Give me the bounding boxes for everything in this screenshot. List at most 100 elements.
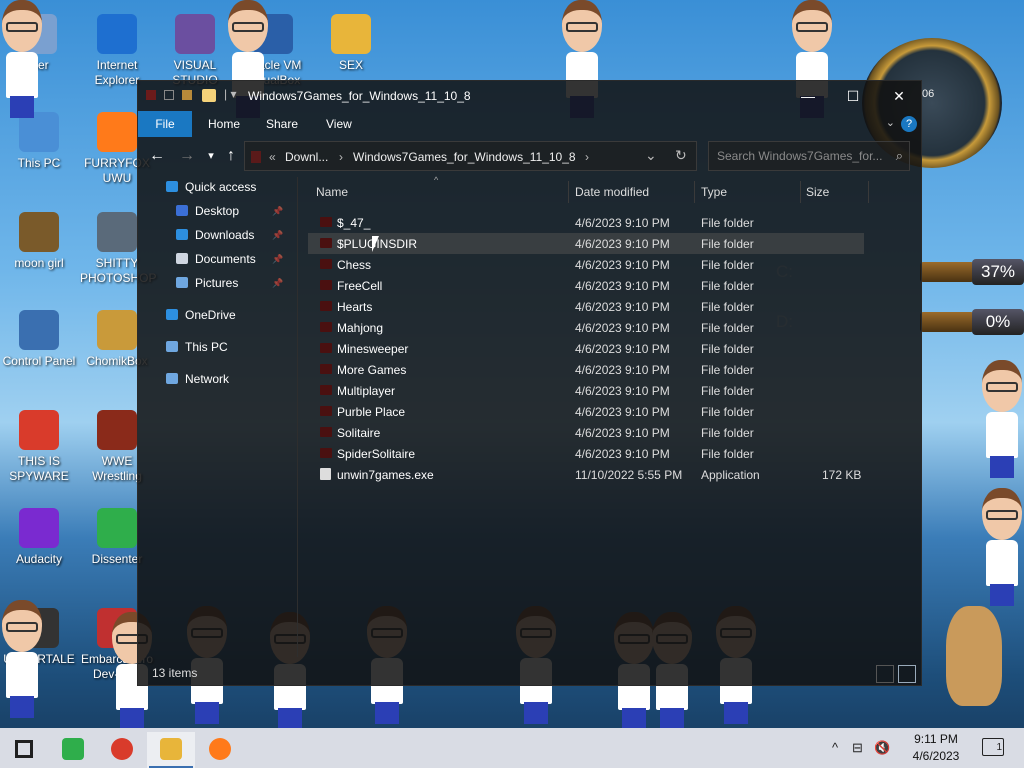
column-header-name[interactable]: Name: [316, 177, 348, 207]
file-row[interactable]: Mahjong 4/6/2023 9:10 PM File folder: [308, 317, 864, 338]
refresh-button[interactable]: ↻: [675, 147, 687, 164]
tab-share[interactable]: Share: [252, 111, 312, 137]
quick-access-properties-icon[interactable]: [164, 90, 174, 100]
folder-icon: [320, 343, 332, 353]
file-row[interactable]: Purble Place 4/6/2023 9:10 PM File folder: [308, 401, 864, 422]
address-bar[interactable]: « Downl... › Windows7Games_for_Windows_1…: [244, 141, 697, 171]
file-row[interactable]: Minesweeper 4/6/2023 9:10 PM File folder: [308, 338, 864, 359]
file-row[interactable]: Multiplayer 4/6/2023 9:10 PM File folder: [308, 380, 864, 401]
large-icons-view-button[interactable]: [898, 665, 916, 683]
show-hidden-icons-chevron-icon[interactable]: ^: [832, 740, 838, 755]
notification-center-icon[interactable]: 1: [982, 738, 1004, 756]
details-view-button[interactable]: [876, 665, 894, 683]
breadcrumb-separator-icon[interactable]: ›: [339, 150, 343, 164]
new-folder-icon[interactable]: [182, 90, 192, 100]
file-row[interactable]: Hearts 4/6/2023 9:10 PM File folder: [308, 296, 864, 317]
help-icon[interactable]: ?: [901, 116, 917, 132]
taskbar-dissenter-button[interactable]: [49, 732, 97, 768]
desktop-icon-control-panel[interactable]: Control Panel: [2, 310, 76, 369]
taskbar-firefox-button[interactable]: [196, 732, 244, 768]
taskbar-start-button[interactable]: [0, 732, 48, 768]
file-row[interactable]: unwin7games.exe 11/10/2022 5:55 PM Applica…: [308, 464, 864, 485]
breadcrumb-downloads[interactable]: Downl...: [285, 150, 328, 164]
file-name: Solitaire: [337, 426, 381, 440]
back-button[interactable]: ←: [146, 145, 168, 167]
file-row[interactable]: SpiderSolitaire 4/6/2023 9:10 PM File fold…: [308, 443, 864, 464]
expand-ribbon-chevron-icon[interactable]: ⌄: [886, 116, 895, 129]
app-icon: [97, 310, 137, 350]
sidebar-item-onedrive[interactable]: OneDrive: [166, 305, 236, 325]
column-divider[interactable]: [568, 181, 569, 203]
file-type: File folder: [701, 405, 754, 419]
sidebar-item-network[interactable]: Network: [166, 369, 229, 389]
up-button[interactable]: ↑: [220, 145, 242, 167]
onedrive-icon: [166, 309, 178, 320]
app-icon: [97, 508, 137, 548]
desktop-icon-sex[interactable]: SEX: [314, 14, 388, 73]
file-row[interactable]: Solitaire 4/6/2023 9:10 PM File folder: [308, 422, 864, 443]
app-icon: [19, 508, 59, 548]
volume-muted-icon[interactable]: 🔇: [874, 740, 890, 756]
file-row[interactable]: $PLUGINSDIR 4/6/2023 9:10 PM File folder: [308, 233, 864, 254]
column-header-type[interactable]: Type: [701, 177, 727, 207]
file-row[interactable]: More Games 4/6/2023 9:10 PM File folder: [308, 359, 864, 380]
pin-icon[interactable]: 📌: [272, 225, 283, 245]
tab-home[interactable]: Home: [194, 111, 254, 137]
sidebar-item-downloads[interactable]: Downloads 📌: [176, 225, 283, 245]
file-row[interactable]: Chess 4/6/2023 9:10 PM File folder: [308, 254, 864, 275]
search-box[interactable]: ⌕: [708, 141, 910, 171]
minimize-button[interactable]: —: [785, 81, 831, 111]
column-divider[interactable]: [868, 181, 869, 203]
quick-access-toolbar-dropdown[interactable]: | ▾: [224, 87, 236, 101]
desktop-icon-this-is-spyware[interactable]: THIS IS SPYWARE: [2, 410, 76, 484]
tab-file[interactable]: File: [138, 111, 192, 137]
tab-view[interactable]: View: [312, 111, 366, 137]
application-icon: [320, 468, 331, 480]
column-divider[interactable]: [800, 181, 801, 203]
file-name: Mahjong: [337, 321, 384, 335]
maximize-button[interactable]: ☐: [830, 81, 876, 111]
desktop-icon-label: Control Panel: [2, 354, 76, 368]
address-overflow[interactable]: «: [269, 150, 276, 164]
sidebar-item-quick-access[interactable]: Quick access: [166, 177, 256, 197]
desktop-icon-moon-girl[interactable]: moon girl: [2, 212, 76, 271]
pin-icon[interactable]: 📌: [272, 273, 283, 293]
firefox-icon: [209, 738, 231, 760]
file-row[interactable]: FreeCell 4/6/2023 9:10 PM File folder: [308, 275, 864, 296]
folder-icon: [320, 280, 332, 290]
file-row[interactable]: $_47_ 4/6/2023 9:10 PM File folder: [308, 212, 864, 233]
title-bar[interactable]: | ▾ Windows7Games_for_Windows_11_10_8 — …: [138, 81, 921, 111]
file-type: File folder: [701, 258, 754, 272]
desktop-icon-audacity[interactable]: Audacity: [2, 508, 76, 567]
breadcrumb-separator-icon[interactable]: ›: [585, 150, 589, 164]
address-history-dropdown[interactable]: ⌄: [645, 147, 657, 164]
sidebar-item-pictures[interactable]: Pictures 📌: [176, 273, 283, 293]
close-button[interactable]: ✕: [876, 81, 922, 111]
taskbar-chrome-button[interactable]: [98, 732, 146, 768]
sidebar-item-label: Downloads: [195, 228, 255, 242]
file-date-modified: 11/10/2022 5:55 PM: [575, 468, 683, 482]
desktop-icon-visual-studio[interactable]: VISUAL STUDIO: [158, 14, 232, 88]
sidebar-item-documents[interactable]: Documents 📌: [176, 249, 283, 269]
desktop-icon-this-pc[interactable]: This PC: [2, 112, 76, 171]
search-input[interactable]: [717, 149, 887, 163]
network-icon[interactable]: ⊟: [852, 740, 863, 756]
forward-button[interactable]: →: [176, 145, 198, 167]
pane-splitter[interactable]: [297, 177, 298, 657]
search-icon[interactable]: ⌕: [896, 148, 903, 164]
sidebar-item-desktop[interactable]: Desktop 📌: [176, 201, 283, 221]
window-app-icon[interactable]: [146, 90, 156, 100]
sidebar-item-this-pc[interactable]: This PC: [166, 337, 228, 357]
folder-icon: [320, 322, 332, 332]
recent-locations-button[interactable]: ▾: [200, 145, 222, 167]
taskbar-file-explorer-button[interactable]: [147, 732, 195, 768]
column-divider[interactable]: [694, 181, 695, 203]
pin-icon[interactable]: 📌: [272, 201, 283, 221]
desktop-icon-internet-explorer[interactable]: Internet Explorer: [80, 14, 154, 88]
breadcrumb-current-folder[interactable]: Windows7Games_for_Windows_11_10_8: [353, 150, 576, 164]
column-header-date[interactable]: Date modified: [575, 177, 649, 207]
column-header-size[interactable]: Size: [806, 177, 829, 207]
file-date-modified: 4/6/2023 9:10 PM: [575, 426, 670, 440]
taskbar-clock[interactable]: 9:11 PM 4/6/2023: [896, 731, 976, 765]
pin-icon[interactable]: 📌: [272, 249, 283, 269]
